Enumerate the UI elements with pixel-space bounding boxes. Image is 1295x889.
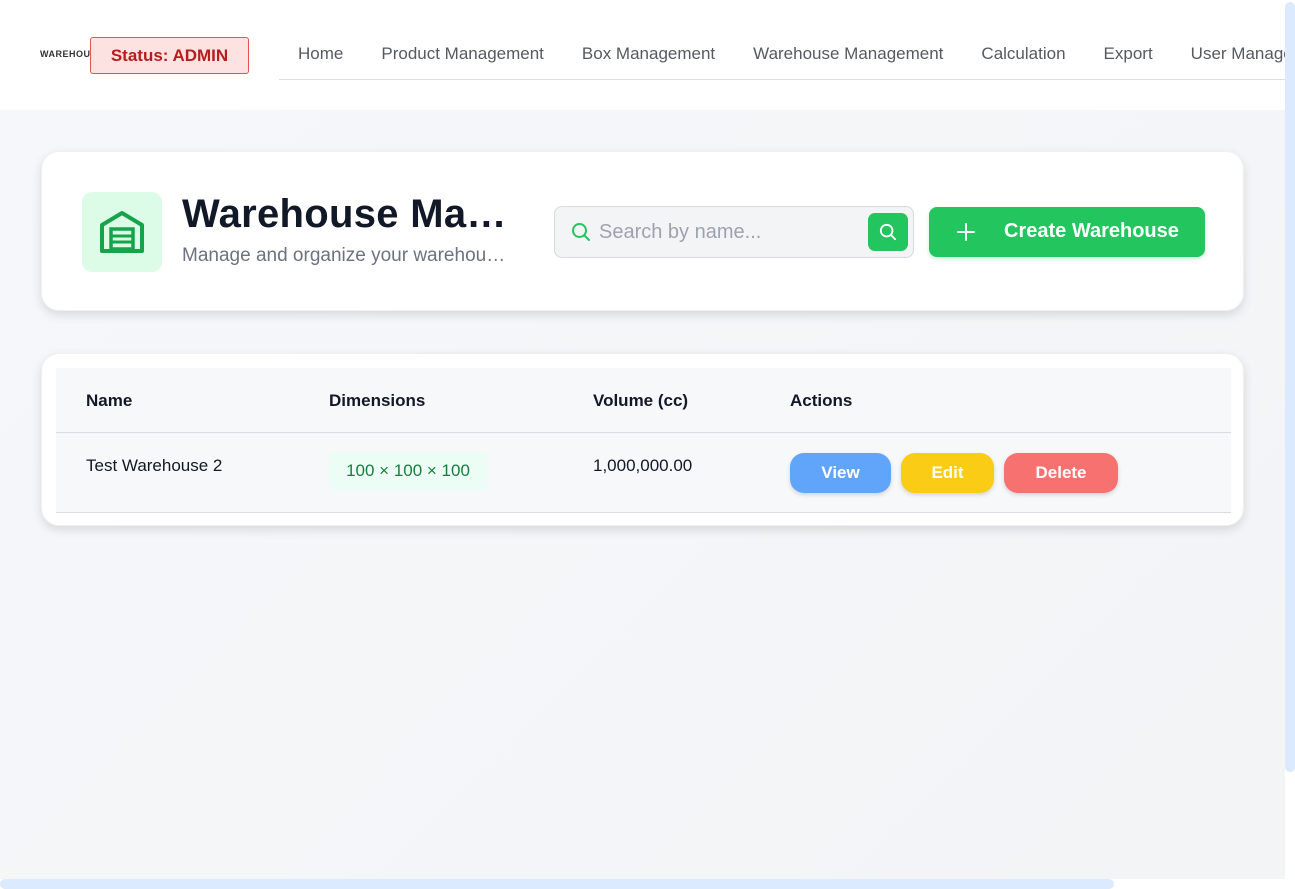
warehouse-icon-box: [82, 192, 162, 272]
column-header-actions: Actions: [790, 391, 853, 410]
nav-item-box-management[interactable]: Box Management: [563, 28, 734, 79]
search-icon: [879, 223, 897, 241]
page-title: Warehouse Ma…: [182, 192, 507, 236]
nav-item-home[interactable]: Home: [279, 28, 362, 79]
nav-item-warehouse-management[interactable]: Warehouse Management: [734, 28, 962, 79]
search-icon: [572, 223, 590, 241]
app-logo[interactable]: WAREHOUSE: [40, 49, 90, 59]
table-row: Test Warehouse 2 100 × 100 × 100 1,000,0…: [56, 433, 1231, 513]
page-header-card: Warehouse Ma… Manage and organize your w…: [41, 151, 1244, 311]
cell-volume: 1,000,000.00: [593, 456, 693, 475]
warehouse-table: Name Dimensions Volume (cc) Actions Test…: [41, 353, 1244, 526]
nav-item-product-management[interactable]: Product Management: [362, 28, 563, 79]
create-warehouse-label: Create Warehouse: [1004, 220, 1179, 242]
vertical-scrollbar[interactable]: [1285, 2, 1295, 772]
cell-dimensions: 100 × 100 × 100: [329, 452, 487, 490]
nav-item-export[interactable]: Export: [1085, 28, 1172, 79]
nav-item-calculation[interactable]: Calculation: [962, 28, 1084, 79]
cell-name: Test Warehouse 2: [86, 456, 223, 475]
create-warehouse-button[interactable]: Create Warehouse: [929, 207, 1205, 257]
column-header-dimensions: Dimensions: [329, 391, 426, 410]
plus-icon: [957, 223, 975, 241]
search-button[interactable]: [868, 213, 908, 251]
edit-button[interactable]: Edit: [901, 453, 994, 493]
delete-button[interactable]: Delete: [1004, 453, 1118, 493]
main-content: Warehouse Ma… Manage and organize your w…: [0, 110, 1285, 879]
status-value: ADMIN: [172, 45, 229, 65]
search-input[interactable]: [599, 217, 861, 247]
page-subtitle: Manage and organize your warehou…: [182, 245, 506, 266]
table-header: Name Dimensions Volume (cc) Actions: [56, 368, 1231, 433]
main-nav: Home Product Management Box Management W…: [279, 28, 1285, 80]
horizontal-scrollbar[interactable]: [0, 879, 1114, 889]
status-label: Status:: [110, 45, 169, 65]
column-header-name: Name: [86, 391, 133, 410]
warehouse-icon: [100, 211, 144, 253]
top-navbar: WAREHOUSE Status: ADMIN Home Product Man…: [0, 0, 1285, 110]
status-badge: Status: ADMIN: [90, 37, 249, 74]
column-header-volume: Volume (cc): [593, 391, 689, 410]
search-bar: [554, 206, 914, 258]
nav-item-user-management[interactable]: User Management: [1172, 28, 1285, 79]
view-button[interactable]: View: [790, 453, 891, 493]
